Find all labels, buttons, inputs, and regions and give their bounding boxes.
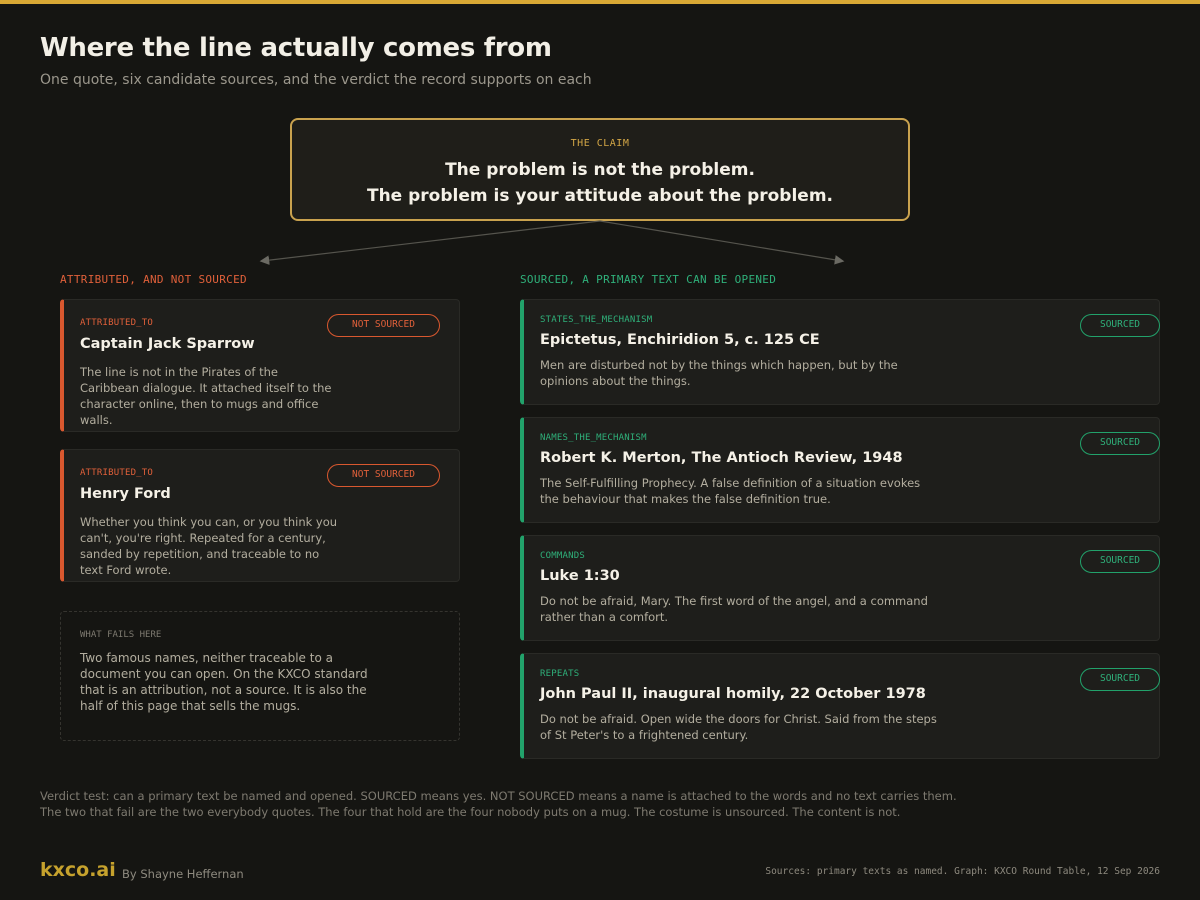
card-tag: STATES_THE_MECHANISM [540,315,653,325]
card-tag: COMMANDS [540,551,585,561]
card-tag: ATTRIBUTED_TO [80,468,154,478]
verdict-line-2: The two that fail are the two everybody … [40,805,901,819]
card-body: Whether you think you can, or you think … [80,515,338,577]
sourced-badge: SOURCED [1080,668,1160,691]
sourced-badge: SOURCED [1080,432,1160,455]
source-card-epictetus: STATES_THE_MECHANISM Epictetus, Enchirid… [520,299,1160,405]
card-name: Epictetus, Enchiridion 5, c. 125 CE [540,332,820,348]
sourced-badge: SOURCED [1080,314,1160,337]
attribution-card-jack-sparrow: ATTRIBUTED_TO Captain Jack Sparrow NOT S… [60,299,460,432]
card-tag: ATTRIBUTED_TO [80,318,154,328]
what-fails-note: WHAT FAILS HERE Two famous names, neithe… [60,611,460,741]
card-body: The line is not in the Pirates of the Ca… [80,365,332,427]
card-body: Do not be afraid. Open wide the doors fo… [540,712,937,742]
branch-arrows [259,220,845,265]
card-name: John Paul II, inaugural homily, 22 Octob… [540,686,926,702]
what-fails-body: Two famous names, neither traceable to a… [80,651,368,713]
source-card-merton: NAMES_THE_MECHANISM Robert K. Merton, Th… [520,417,1160,523]
section-heading-attributed: ATTRIBUTED, AND NOT SOURCED [60,273,247,286]
not-sourced-badge: NOT SOURCED [327,314,440,337]
card-tag: NAMES_THE_MECHANISM [540,433,647,443]
arrow-to-attributed [259,220,601,265]
card-body: The Self-Fulfilling Prophecy. A false de… [540,476,921,506]
card-tag: REPEATS [540,669,580,679]
attribution-card-henry-ford: ATTRIBUTED_TO Henry Ford NOT SOURCED Whe… [60,449,460,582]
verdict-line-1: Verdict test: can a primary text be name… [40,789,957,803]
author-byline: By Shayne Heffernan [122,867,244,881]
card-name: Henry Ford [80,486,171,502]
section-heading-sourced: SOURCED, A PRIMARY TEXT CAN BE OPENED [520,273,777,286]
source-card-john-paul: REPEATS John Paul II, inaugural homily, … [520,653,1160,759]
card-body: Men are disturbed not by the things whic… [540,358,898,388]
card-name: Luke 1:30 [540,568,620,584]
card-name: Robert K. Merton, The Antioch Review, 19… [540,450,903,466]
source-card-luke: COMMANDS Luke 1:30 SOURCED Do not be afr… [520,535,1160,641]
sources-note: Sources: primary texts as named. Graph: … [765,866,1160,877]
what-fails-label: WHAT FAILS HERE [80,630,162,640]
brand-logo[interactable]: kxco.ai [40,859,116,881]
card-body: Do not be afraid, Mary. The first word o… [540,594,928,624]
arrow-to-sourced [599,220,845,265]
not-sourced-badge: NOT SOURCED [327,464,440,487]
sourced-badge: SOURCED [1080,550,1160,573]
card-name: Captain Jack Sparrow [80,336,255,352]
